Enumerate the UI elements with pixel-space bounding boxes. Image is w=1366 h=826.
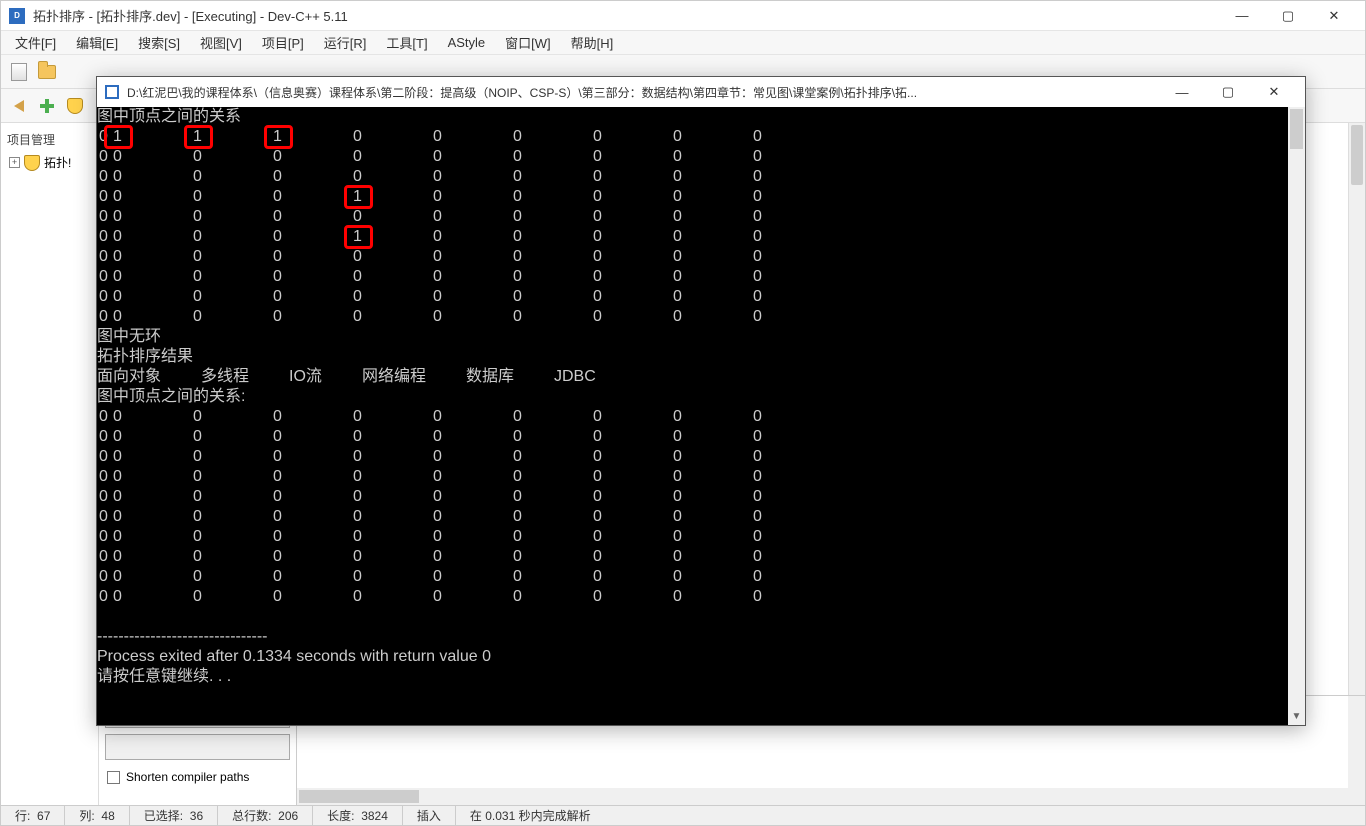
matrix-row: 0000000000	[97, 267, 1288, 287]
menu-item[interactable]: 帮助[H]	[563, 31, 622, 54]
menu-item[interactable]: 编辑[E]	[68, 31, 126, 54]
matrix-row: 0000000000	[97, 427, 1288, 447]
matrix-row: 0000000000	[97, 447, 1288, 467]
topo-sort-result: 面向对象多线程IO流网络编程数据库JDBC	[97, 367, 1288, 387]
matrix-row: 0000000000	[97, 287, 1288, 307]
compiler-hscrollbar[interactable]	[297, 788, 1348, 805]
status-sel-value: 36	[190, 809, 203, 823]
matrix-row: 0000000000	[97, 567, 1288, 587]
menu-item[interactable]: 运行[R]	[316, 31, 375, 54]
compiler-vscrollbar[interactable]	[1348, 696, 1365, 805]
console-icon	[105, 85, 119, 99]
scroll-down-icon[interactable]: ▼	[1288, 708, 1305, 725]
console-vscrollbar[interactable]: ▲ ▼	[1288, 107, 1305, 725]
menu-item[interactable]: AStyle	[440, 33, 494, 52]
menu-item[interactable]: 工具[T]	[378, 31, 435, 54]
sidebar-tab-project[interactable]: 项目管理	[5, 127, 94, 152]
menu-item[interactable]: 文件[F]	[7, 31, 64, 54]
maximize-button[interactable]: ▢	[1265, 1, 1311, 31]
new-file-button[interactable]	[7, 60, 31, 84]
menubar: 文件[F]编辑[E]搜索[S]视图[V]项目[P]运行[R]工具[T] AStyl…	[1, 31, 1365, 55]
console-close-button[interactable]: ✕	[1251, 77, 1297, 107]
matrix-row: 0000000000	[97, 207, 1288, 227]
statusbar: 行: 67 列: 48 已选择: 36 总行数: 206 长度: 3824 插入…	[1, 805, 1365, 825]
matrix-row: 0000000000	[97, 527, 1288, 547]
matrix-row: 0111000000	[97, 127, 1288, 147]
console-window: D:\红泥巴\我的课程体系\（信息奥赛）课程体系\第二阶段：提高级（NOIP、C…	[96, 76, 1306, 726]
menu-item[interactable]: 项目[P]	[254, 31, 312, 54]
matrix-row: 0000100000	[97, 187, 1288, 207]
status-line-value: 67	[37, 809, 50, 823]
matrix-row: 0000000000	[97, 167, 1288, 187]
project-tree-root[interactable]: + 拓扑!	[5, 152, 94, 173]
matrix-row: 0000000000	[97, 247, 1288, 267]
matrix-row: 0000000000	[97, 487, 1288, 507]
app-icon: D	[9, 8, 25, 24]
status-len-label: 长度:	[327, 807, 354, 824]
add-button[interactable]	[35, 94, 59, 118]
project-tree-label: 拓扑!	[44, 154, 71, 171]
project-sidebar: 项目管理 + 拓扑!	[1, 123, 99, 805]
menu-item[interactable]: 搜索[S]	[130, 31, 188, 54]
status-sel-label: 已选择:	[144, 807, 183, 824]
status-line-label: 行:	[15, 807, 30, 824]
console-minimize-button[interactable]: —	[1159, 77, 1205, 107]
console-maximize-button[interactable]: ▢	[1205, 77, 1251, 107]
blank-button[interactable]	[105, 734, 290, 760]
open-file-button[interactable]	[35, 60, 59, 84]
status-mode: 插入	[417, 807, 441, 824]
close-button[interactable]: ✕	[1311, 1, 1357, 31]
matrix-row: 0000000000	[97, 307, 1288, 327]
status-parse: 在 0.031 秒内完成解析	[470, 807, 591, 824]
ide-title: 拓扑排序 - [拓扑排序.dev] - [Executing] - Dev-C+…	[33, 6, 1219, 25]
matrix-row: 0000000000	[97, 147, 1288, 167]
console-title: D:\红泥巴\我的课程体系\（信息奥赛）课程体系\第二阶段：提高级（NOIP、C…	[127, 84, 1159, 101]
status-len-value: 3824	[361, 809, 388, 823]
matrix-row: 0000000000	[97, 507, 1288, 527]
status-col-label: 列:	[79, 807, 94, 824]
tree-expand-icon[interactable]: +	[9, 157, 20, 168]
console-output[interactable]: 图中顶点之间的关系0111000000000000000000000000000…	[97, 107, 1288, 725]
shorten-paths-checkbox[interactable]	[107, 771, 120, 784]
minimize-button[interactable]: —	[1219, 1, 1265, 31]
matrix-row: 0000100000	[97, 227, 1288, 247]
ide-titlebar: D 拓扑排序 - [拓扑排序.dev] - [Executing] - Dev-…	[1, 1, 1365, 31]
matrix-row: 0000000000	[97, 587, 1288, 607]
matrix-row: 0000000000	[97, 407, 1288, 427]
back-button[interactable]	[7, 94, 31, 118]
status-total-label: 总行数:	[232, 807, 271, 824]
menu-item[interactable]: 视图[V]	[192, 31, 250, 54]
menu-item[interactable]: 窗口[W]	[497, 31, 559, 54]
status-total-value: 206	[278, 809, 298, 823]
matrix-row: 0000000000	[97, 547, 1288, 567]
project-icon	[24, 155, 40, 171]
console-titlebar: D:\红泥巴\我的课程体系\（信息奥赛）课程体系\第二阶段：提高级（NOIP、C…	[97, 77, 1305, 107]
shorten-paths-label: Shorten compiler paths	[126, 770, 249, 784]
status-col-value: 48	[101, 809, 114, 823]
matrix-row: 0000000000	[97, 467, 1288, 487]
shield-button[interactable]	[63, 94, 87, 118]
